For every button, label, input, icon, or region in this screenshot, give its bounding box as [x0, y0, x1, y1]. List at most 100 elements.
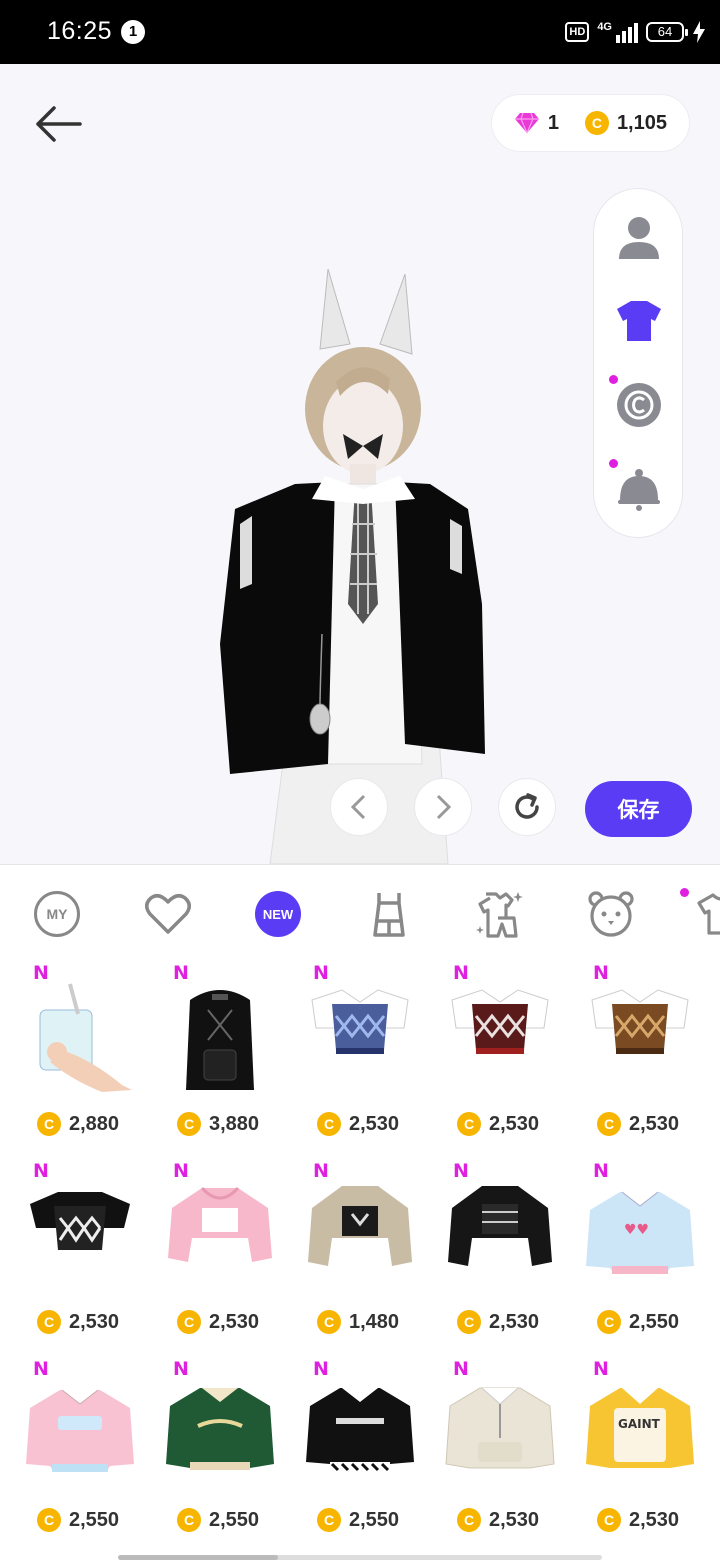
price-value: 2,550	[349, 1508, 400, 1531]
item-thumbnail	[445, 1387, 555, 1469]
shop-item[interactable]: N C 2,880	[0, 962, 140, 1160]
coin-icon: C	[37, 1310, 61, 1334]
price-value: 2,550	[629, 1310, 680, 1333]
shop-item[interactable]: N C 2,530	[140, 1160, 280, 1358]
coin-icon: C	[597, 1508, 621, 1532]
price-value: 2,530	[69, 1310, 120, 1333]
price-value: 2,550	[69, 1508, 120, 1531]
shop-item[interactable]: N C 2,530	[280, 962, 420, 1160]
item-thumbnail	[306, 1388, 414, 1472]
status-bar: 16:25 1 HD 4G 64	[0, 0, 720, 64]
item-price: C 2,550	[317, 1508, 399, 1532]
coin-icon: C	[457, 1310, 481, 1334]
copyright-icon	[617, 383, 661, 427]
announcement-tool[interactable]	[609, 459, 669, 519]
price-value: 3,880	[209, 1112, 260, 1135]
price-value: 2,530	[629, 1508, 680, 1531]
tab-favorites[interactable]	[143, 889, 193, 939]
battery-indicator: 64	[646, 22, 688, 42]
tab-tops[interactable]	[696, 889, 720, 939]
copyright-tool[interactable]	[609, 375, 669, 435]
network-type: 4G	[597, 21, 612, 33]
item-thumbnail	[186, 990, 254, 1090]
shop-item[interactable]: N C 2,530	[0, 1160, 140, 1358]
shop-item[interactable]: N C 1,480	[280, 1160, 420, 1358]
price-value: 1,480	[349, 1310, 400, 1333]
avatar-tool[interactable]	[609, 207, 669, 267]
notification-count-badge: 1	[121, 20, 145, 44]
item-thumbnail	[168, 1186, 272, 1262]
previous-button[interactable]	[330, 778, 388, 836]
bell-icon	[618, 469, 660, 511]
save-button[interactable]: 保存	[585, 781, 692, 837]
shop-item[interactable]: N C 2,530	[420, 1160, 560, 1358]
outfit-icon	[617, 301, 661, 341]
item-price: C 2,530	[177, 1310, 259, 1334]
signal-icon: 4G	[597, 21, 638, 43]
reset-button[interactable]	[498, 778, 556, 836]
shop-item[interactable]: N C 2,530	[420, 1358, 560, 1556]
coin-icon: C	[177, 1310, 201, 1334]
coin-icon: C	[317, 1310, 341, 1334]
shop-item[interactable]: N GAINT C 2,530	[560, 1358, 700, 1556]
coin-icon: C	[317, 1112, 341, 1136]
coin-icon: C	[457, 1112, 481, 1136]
coin-icon: C	[37, 1508, 61, 1532]
svg-text:GAINT: GAINT	[618, 1417, 661, 1431]
price-value: 2,530	[489, 1112, 540, 1135]
shop-item[interactable]: N ♥♥ C 2,550	[560, 1160, 700, 1358]
arrow-left-icon	[36, 106, 82, 142]
price-value: 2,530	[489, 1310, 540, 1333]
coin-icon: C	[457, 1508, 481, 1532]
shirt-icon	[697, 893, 720, 935]
tab-new[interactable]: NEW	[253, 889, 303, 939]
item-thumbnail	[166, 1388, 274, 1470]
category-tabs: MY NEW	[0, 864, 720, 962]
my-badge: MY	[34, 891, 80, 937]
svg-text:♥♥: ♥♥	[624, 1222, 649, 1238]
price-value: 2,530	[209, 1310, 260, 1333]
sparkle-outfit-icon	[476, 892, 523, 938]
outfit-tool[interactable]	[609, 291, 669, 351]
item-thumbnail	[308, 1186, 412, 1266]
item-price: C 2,530	[317, 1112, 399, 1136]
shop-item[interactable]: N C 2,550	[280, 1358, 420, 1556]
item-price: C 2,530	[37, 1310, 119, 1334]
shop-item[interactable]: N C 2,550	[140, 1358, 280, 1556]
chevron-right-icon	[436, 794, 452, 820]
hd-indicator: HD	[565, 22, 590, 42]
avatar-figure	[220, 268, 485, 864]
item-price: C 2,550	[177, 1508, 259, 1532]
item-thumbnail: GAINT	[586, 1388, 694, 1468]
coin-count: 1,105	[616, 111, 667, 134]
coin-icon: C	[597, 1310, 621, 1334]
avatar-icon	[619, 217, 659, 259]
refresh-icon	[515, 793, 539, 819]
shop-item[interactable]: N C 2,530	[420, 962, 560, 1160]
item-thumbnail	[30, 1192, 130, 1250]
tab-my[interactable]: MY	[32, 889, 82, 939]
item-thumbnail	[39, 983, 132, 1092]
gem-count: 1	[547, 111, 559, 134]
shop-item[interactable]: N C 3,880	[140, 962, 280, 1160]
bear-icon	[588, 891, 634, 937]
gem-icon	[514, 112, 539, 134]
tab-outfit[interactable]	[475, 889, 525, 939]
tab-dress[interactable]	[364, 889, 414, 939]
avatar-stage: 1 C 1,105 保存	[0, 64, 720, 864]
item-price: C 3,880	[177, 1112, 259, 1136]
item-price: C 2,880	[37, 1112, 119, 1136]
coin-icon: C	[597, 1112, 621, 1136]
next-button[interactable]	[414, 778, 472, 836]
item-thumbnail	[311, 989, 409, 1054]
coin-icon: C	[584, 111, 609, 135]
shop-item[interactable]: N C 2,530	[560, 962, 700, 1160]
price-value: 2,530	[349, 1112, 400, 1135]
tab-bear[interactable]	[586, 889, 636, 939]
item-thumbnail	[448, 1186, 552, 1266]
dress-icon	[373, 893, 405, 937]
back-button[interactable]	[30, 102, 88, 146]
shop-item[interactable]: N C 2,550	[0, 1358, 140, 1556]
item-price: C 2,550	[597, 1310, 679, 1334]
currency-balance[interactable]: 1 C 1,105	[490, 94, 690, 152]
